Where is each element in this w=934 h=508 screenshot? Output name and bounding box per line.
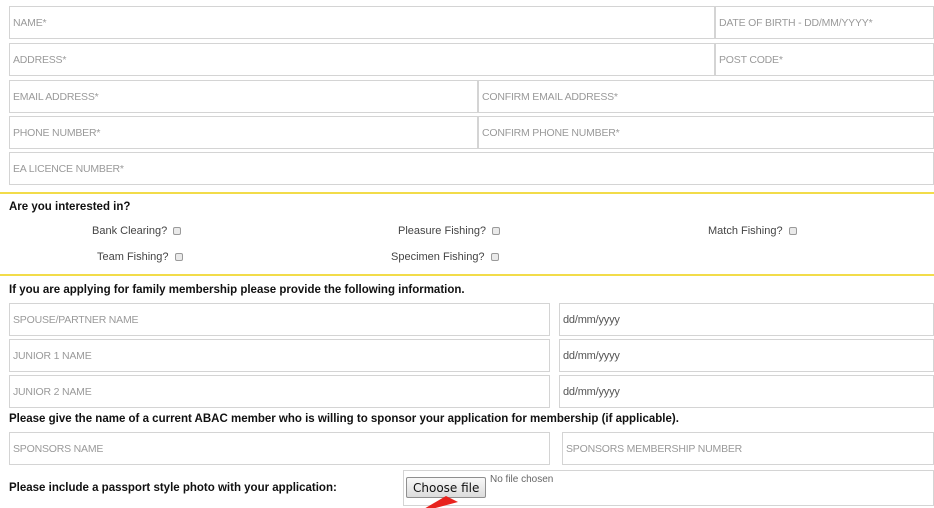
option-pleasure-fishing[interactable]: Pleasure Fishing?	[398, 225, 501, 237]
option-label: Team Fishing?	[97, 251, 169, 263]
phone-input[interactable]	[9, 116, 478, 149]
option-bank-clearing[interactable]: Bank Clearing?	[92, 225, 182, 237]
option-label: Match Fishing?	[708, 225, 783, 237]
specimen-fishing-checkbox[interactable]	[490, 253, 499, 261]
junior-2-date-input[interactable]	[559, 375, 934, 408]
junior-2-name-input[interactable]	[9, 375, 550, 408]
bank-clearing-checkbox[interactable]	[173, 227, 182, 235]
section-divider	[0, 274, 934, 276]
spouse-date-input[interactable]	[559, 303, 934, 336]
confirm-email-input[interactable]	[478, 80, 934, 113]
junior-1-date-input[interactable]	[559, 339, 934, 372]
sponsors-membership-number-input[interactable]	[562, 432, 934, 465]
name-input[interactable]	[9, 6, 715, 39]
email-input[interactable]	[9, 80, 478, 113]
pleasure-fishing-checkbox[interactable]	[492, 227, 501, 235]
option-label: Bank Clearing?	[92, 225, 168, 237]
confirm-phone-input[interactable]	[478, 116, 934, 149]
address-input[interactable]	[9, 43, 715, 76]
option-specimen-fishing[interactable]: Specimen Fishing?	[391, 251, 499, 263]
file-status: No file chosen	[490, 474, 554, 485]
choose-file-button[interactable]: Choose file	[406, 477, 487, 498]
match-fishing-checkbox[interactable]	[788, 227, 797, 235]
option-match-fishing[interactable]: Match Fishing?	[708, 225, 797, 237]
family-heading: If you are applying for family membershi…	[9, 284, 465, 296]
interests-heading: Are you interested in?	[9, 201, 131, 213]
sponsor-heading: Please give the name of a current ABAC m…	[9, 413, 679, 425]
option-label: Specimen Fishing?	[391, 251, 485, 263]
junior-1-name-input[interactable]	[9, 339, 550, 372]
photo-file-input[interactable]: Choose file No file chosen	[403, 470, 934, 506]
date-of-birth-input[interactable]	[715, 6, 934, 39]
annotation-arrow-icon	[425, 496, 458, 508]
option-team-fishing[interactable]: Team Fishing?	[97, 251, 183, 263]
spouse-partner-name-input[interactable]	[9, 303, 550, 336]
sponsors-name-input[interactable]	[9, 432, 550, 465]
option-label: Pleasure Fishing?	[398, 225, 487, 237]
ea-licence-input[interactable]	[9, 152, 934, 185]
post-code-input[interactable]	[715, 43, 934, 76]
section-divider	[0, 192, 934, 194]
team-fishing-checkbox[interactable]	[174, 253, 183, 261]
photo-heading: Please include a passport style photo wi…	[9, 482, 337, 494]
